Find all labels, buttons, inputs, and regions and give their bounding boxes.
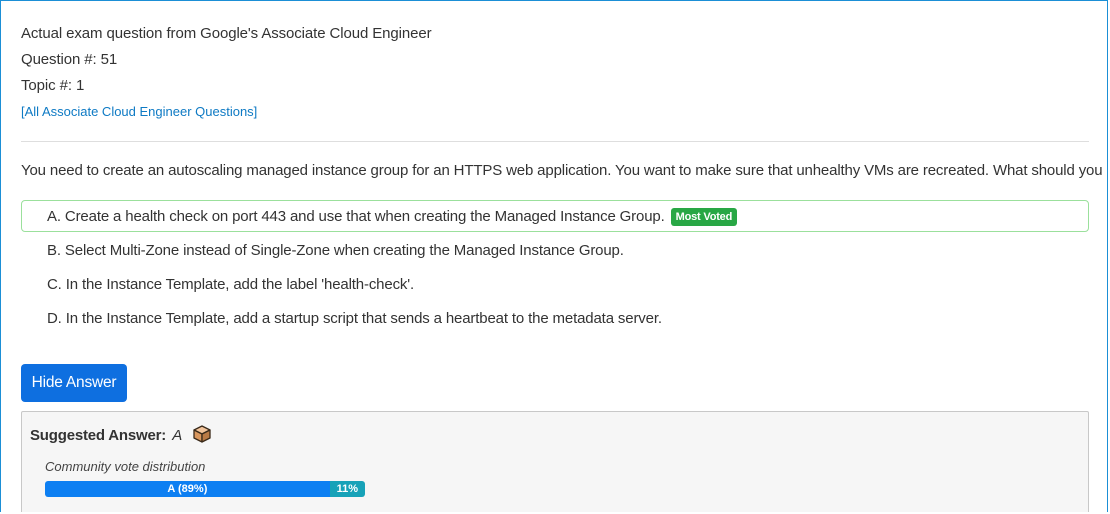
question-number: Question #: 51: [21, 51, 118, 68]
vote-segment: 11%: [329, 481, 365, 497]
suggested-answer: Suggested Answer: A: [30, 424, 212, 450]
most-voted-badge: Most Voted: [670, 208, 738, 226]
suggested-answer-value: A: [172, 427, 183, 444]
question-card: Actual exam question from Google's Assoc…: [0, 0, 1108, 512]
topic-number: Topic #: 1: [21, 77, 85, 94]
choice-letter: B.: [47, 242, 61, 259]
choice-text: In the Instance Template, add a startup …: [65, 310, 662, 327]
question-text: You need to create an autoscaling manage…: [21, 162, 1108, 179]
all-questions-link[interactable]: [All Associate Cloud Engineer Questions]: [21, 99, 257, 125]
vote-segment: A (89%): [45, 481, 330, 497]
choice-text: In the Instance Template, add the label …: [65, 276, 414, 293]
vote-distribution-title: Community vote distribution: [45, 459, 206, 474]
choice-text: Select Multi-Zone instead of Single-Zone…: [64, 242, 624, 259]
choice-c[interactable]: C. In the Instance Template, add the lab…: [21, 268, 1089, 300]
choice-letter: D.: [47, 310, 62, 327]
choices-list: A. Create a health check on port 443 and…: [21, 200, 1089, 334]
discussion-box-icon[interactable]: [192, 424, 212, 450]
divider: [21, 141, 1089, 142]
exam-title: Actual exam question from Google's Assoc…: [21, 25, 432, 42]
choice-b[interactable]: B. Select Multi-Zone instead of Single-Z…: [21, 234, 1089, 266]
suggested-answer-label: Suggested Answer:: [30, 427, 167, 444]
choice-d[interactable]: D. In the Instance Template, add a start…: [21, 302, 1089, 334]
suggested-answer-panel: Suggested Answer: A Community vote distr…: [21, 411, 1089, 512]
vote-distribution-bar: A (89%) 11%: [45, 481, 365, 497]
choice-text: Create a health check on port 443 and us…: [64, 208, 665, 225]
choice-letter: C.: [47, 276, 62, 293]
hide-answer-button[interactable]: Hide Answer: [21, 364, 127, 402]
question-content: Actual exam question from Google's Assoc…: [21, 21, 1108, 336]
choice-letter: A.: [47, 208, 61, 225]
choice-a[interactable]: A. Create a health check on port 443 and…: [21, 200, 1089, 232]
